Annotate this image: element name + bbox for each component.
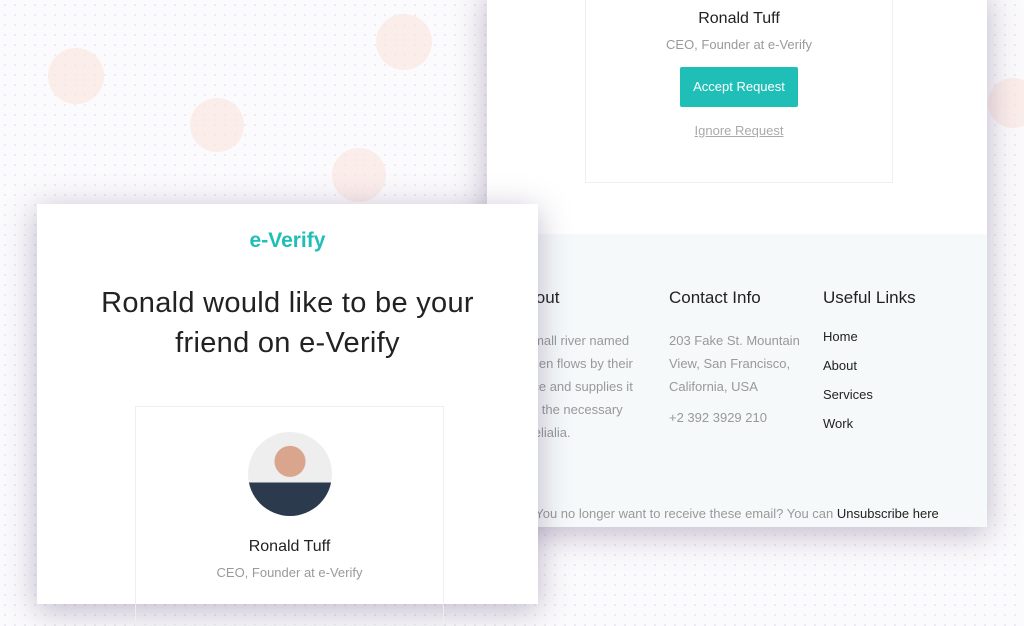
logo: e-Verify xyxy=(249,229,326,252)
address-line: View, San Francisco, xyxy=(669,356,791,371)
email-preview-front: e-Verify Ronald would like to be your fr… xyxy=(37,204,538,626)
profile-card: Ronald Tuff CEO, Founder at e-Verify xyxy=(135,406,444,626)
address-line: 203 Fake St. Mountain xyxy=(669,333,800,348)
accept-request-button[interactable]: Accept Request xyxy=(680,67,798,107)
profile-role: CEO, Founder at e-Verify xyxy=(216,565,363,580)
unsubscribe-line: You no longer want to receive these emai… xyxy=(487,506,987,521)
profile-card: Ronald Tuff CEO, Founder at e-Verify Acc… xyxy=(585,0,893,183)
decor-circle xyxy=(48,48,104,104)
ignore-request-link[interactable]: Ignore Request xyxy=(586,123,892,138)
footer-links: Useful Links Home About Services Work xyxy=(823,288,916,445)
footer-link-work[interactable]: Work xyxy=(823,416,916,431)
avatar xyxy=(247,432,332,516)
footer-contact: Contact Info 203 Fake St. Mountain View,… xyxy=(669,288,800,429)
unsubscribe-text: You no longer want to receive these emai… xyxy=(535,506,834,521)
footer-link-services[interactable]: Services xyxy=(823,387,916,402)
profile-name: Ronald Tuff xyxy=(248,538,331,555)
decor-circle xyxy=(190,98,244,152)
footer-link-home[interactable]: Home xyxy=(823,329,916,344)
contact-heading: Contact Info xyxy=(669,288,761,307)
profile-role: CEO, Founder at e-Verify xyxy=(666,37,812,52)
headline-line: Ronald would like to be your xyxy=(101,287,474,319)
links-heading: Useful Links xyxy=(823,288,916,307)
footer-link-about[interactable]: About xyxy=(823,358,916,373)
profile-name: Ronald Tuff xyxy=(698,10,780,27)
headline: Ronald would like to be your friend on e… xyxy=(37,283,538,363)
phone-number: +2 392 3929 210 xyxy=(669,410,767,425)
email-preview-back: Ronald Tuff CEO, Founder at e-Verify Acc… xyxy=(487,0,987,527)
headline-line: friend on e-Verify xyxy=(175,327,400,359)
unsubscribe-link[interactable]: Unsubscribe here xyxy=(837,506,939,521)
decor-circle xyxy=(376,14,432,70)
decor-circle xyxy=(988,78,1024,128)
address-line: California, USA xyxy=(669,379,758,394)
email-footer: About A small river named Duden flows by… xyxy=(487,234,987,527)
decor-circle xyxy=(332,148,386,202)
